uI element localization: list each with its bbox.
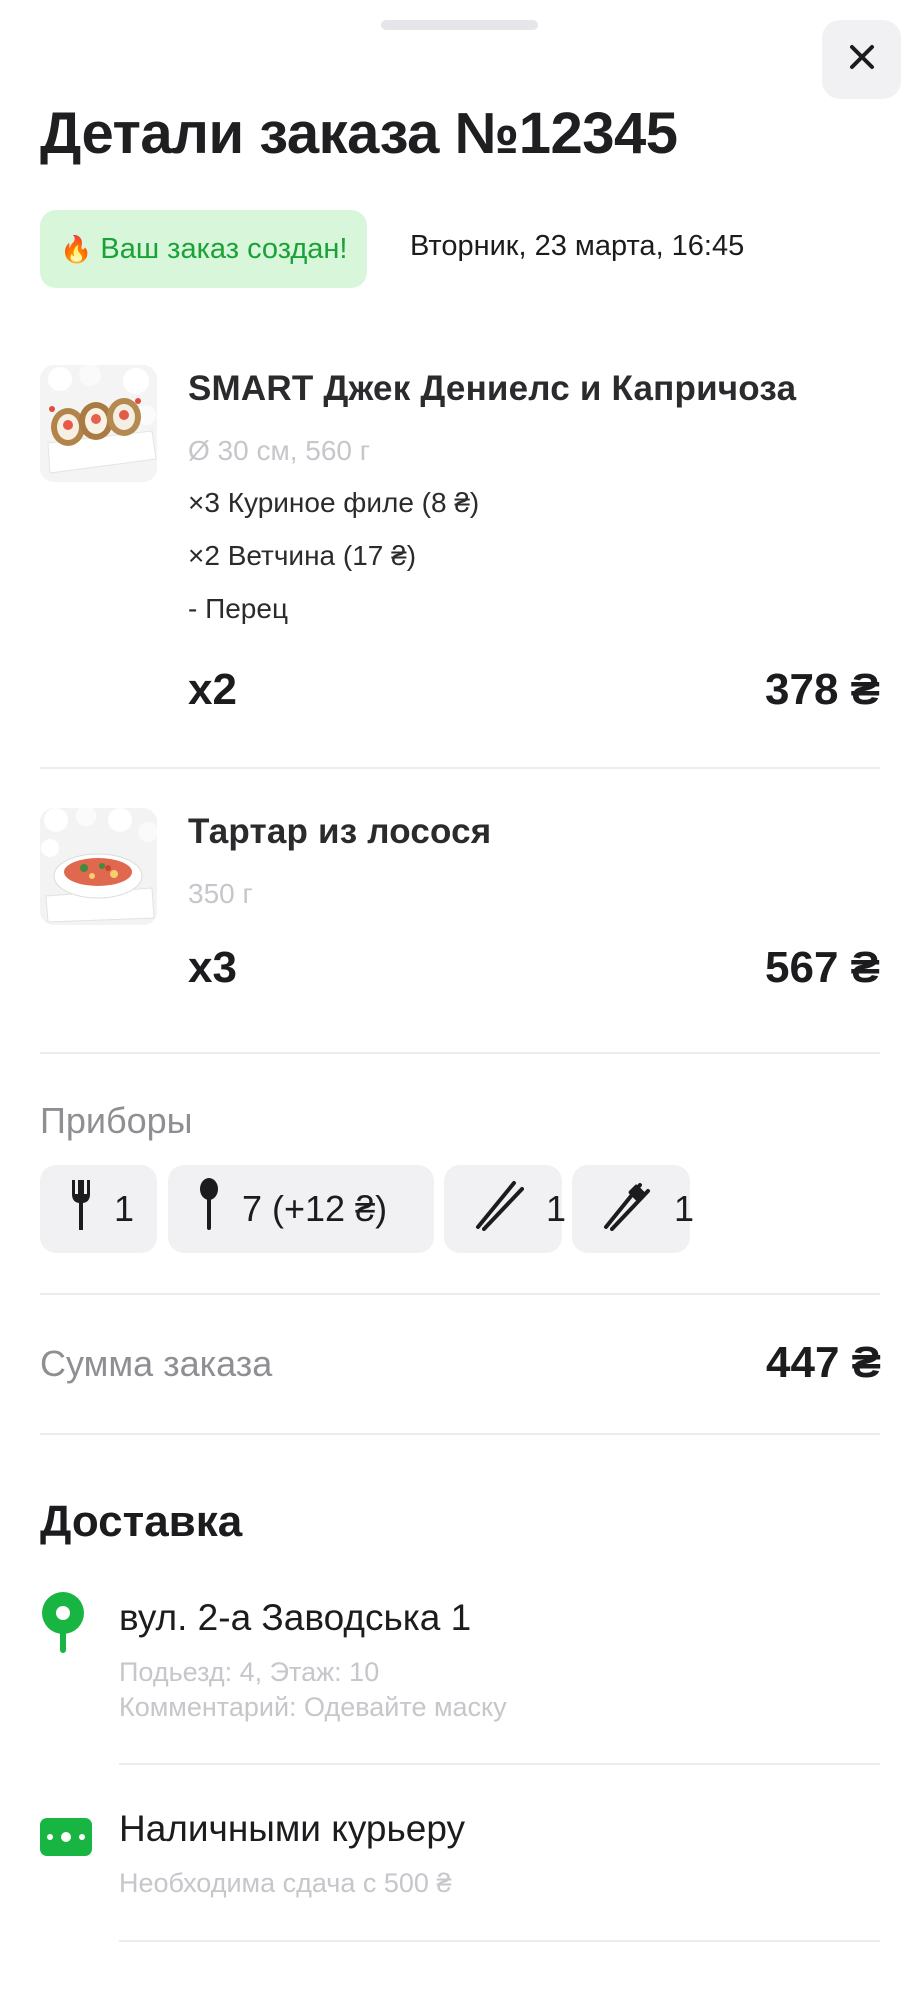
delivery-address[interactable]: вул. 2-а Заводська 1 — [119, 1597, 471, 1639]
status-badge: 🔥 Ваш заказ создан! — [40, 210, 368, 288]
item-modifier: - Перец — [188, 593, 288, 624]
delivery-address-details: Подьезд: 4, Этаж: 10 — [119, 1657, 380, 1687]
item-spec: 350 г — [188, 878, 253, 909]
item-price: 567 ₴ — [765, 943, 880, 992]
page-title: Детали заказа №12345 — [40, 101, 678, 166]
cutlery-chip-spoon[interactable]: 7 (+12 ₴) — [168, 1165, 434, 1253]
cutlery-count: 1 — [674, 1188, 695, 1229]
divider — [40, 767, 880, 769]
divider — [40, 1433, 880, 1435]
cash-icon — [40, 1818, 92, 1861]
close-icon — [848, 43, 876, 76]
order-item: Тартар из лосося 350 г x3 567 ₴ — [40, 808, 880, 1028]
item-quantity: x3 — [188, 943, 237, 992]
divider — [40, 1293, 880, 1295]
cutlery-chip-chopsticks[interactable]: 1 — [444, 1165, 566, 1253]
order-total-value: 447 ₴ — [766, 1338, 881, 1387]
item-name: Тартар из лосося — [188, 812, 492, 851]
order-details-sheet: Детали заказа №12345 🔥 Ваш заказ создан!… — [0, 0, 921, 1994]
cutlery-count: 7 (+12 ₴) — [242, 1188, 388, 1229]
location-pin-icon — [40, 1592, 86, 1659]
cutlery-chip-fork[interactable]: 1 — [40, 1165, 157, 1253]
divider — [119, 1940, 880, 1942]
item-name: SMART Джек Дениелс и Капричоза — [188, 369, 797, 408]
item-price: 378 ₴ — [765, 665, 880, 714]
fork-icon — [70, 1178, 92, 1241]
close-button[interactable] — [822, 20, 901, 99]
chopsticks-icon — [474, 1179, 524, 1240]
sheet-grabber[interactable] — [381, 20, 538, 30]
cutlery-count: 1 — [546, 1188, 567, 1229]
status-text: Ваш заказ создан! — [100, 232, 348, 265]
cutlery-label: Приборы — [40, 1100, 193, 1141]
fire-icon: 🔥 — [60, 233, 93, 264]
divider — [119, 1763, 880, 1765]
delivery-comment: Комментарий: Одевайте маску — [119, 1692, 507, 1722]
order-total-label: Сумма заказа — [40, 1343, 273, 1384]
cutlery-count: 1 — [114, 1188, 135, 1229]
item-modifier: ×2 Ветчина (17 ₴) — [188, 540, 417, 571]
order-date: Вторник, 23 марта, 16:45 — [410, 230, 745, 262]
item-quantity: x2 — [188, 665, 237, 714]
item-image-tartare — [40, 808, 157, 925]
order-item: SMART Джек Дениелс и Капричоза Ø 30 см, … — [40, 365, 880, 745]
item-spec: Ø 30 см, 560 г — [188, 435, 370, 466]
item-modifier: ×3 Куриное филе (8 ₴) — [188, 487, 480, 518]
divider — [40, 1052, 880, 1054]
payment-change-note: Необходима сдача с 500 ₴ — [119, 1868, 452, 1898]
delivery-heading: Доставка — [40, 1497, 243, 1546]
spoon-icon — [198, 1177, 220, 1241]
payment-method[interactable]: Наличными курьеру — [119, 1808, 465, 1850]
item-image-rolls — [40, 365, 157, 482]
cutlery-chip-training-chopsticks[interactable]: 1 — [572, 1165, 694, 1253]
training-chopsticks-icon — [602, 1179, 652, 1240]
